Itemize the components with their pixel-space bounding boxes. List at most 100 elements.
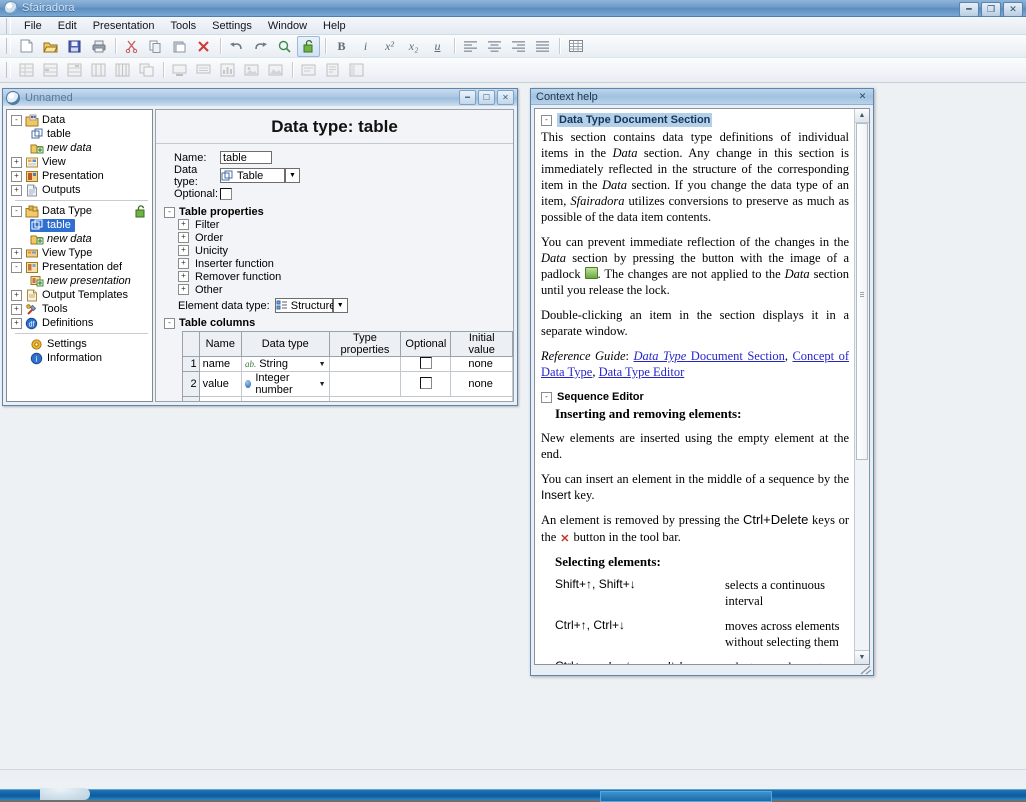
insert-row-icon[interactable] (39, 60, 62, 81)
datatype-dropdown-button[interactable]: ▼ (285, 168, 300, 183)
field-icon[interactable] (168, 60, 191, 81)
tree-item-information[interactable]: i Information (11, 351, 152, 365)
element-datatype-select[interactable]: Structure (274, 298, 335, 313)
align-justify-icon[interactable] (531, 36, 554, 57)
property-filter[interactable]: + Filter (178, 218, 513, 231)
help-section-data-type[interactable]: - Data Type Document Section (541, 113, 849, 128)
tree-item-data-new[interactable]: new data (11, 141, 152, 155)
undo-icon[interactable] (225, 36, 248, 57)
picture-icon[interactable] (264, 60, 287, 81)
paste-icon[interactable] (168, 36, 191, 57)
help-section-sequence-editor[interactable]: - Sequence Editor (541, 390, 849, 404)
table-row[interactable]: 1 name ab. String ▼ none (182, 356, 513, 372)
cell-data-type[interactable]: Integer number ▼ (240, 371, 330, 397)
tree-item-presentation-def[interactable]: - Presentation def (11, 260, 152, 274)
form-icon[interactable] (297, 60, 320, 81)
table-row-new[interactable]: → none ▼ (182, 396, 513, 401)
tree-expander[interactable]: + (11, 156, 22, 168)
subscript-icon[interactable]: x₂ (402, 36, 425, 57)
menu-file[interactable]: File (17, 19, 49, 33)
tree-item-output-templates[interactable]: + Output Templates (11, 288, 152, 302)
help-scrollbar[interactable]: ▲ ▼ (854, 109, 869, 664)
close-icon[interactable]: ✕ (856, 90, 869, 102)
image-icon[interactable] (240, 60, 263, 81)
table-icon[interactable] (564, 36, 587, 57)
chart-icon[interactable] (216, 60, 239, 81)
toolbar2-grip[interactable] (6, 62, 11, 78)
resize-handle[interactable] (860, 665, 872, 675)
scrollbar-thumb[interactable] (856, 123, 868, 460)
document-restore-button[interactable]: ☐ (478, 90, 495, 105)
tree-expander[interactable]: + (11, 303, 22, 315)
menu-edit[interactable]: Edit (51, 19, 84, 33)
close-button[interactable]: ✕ (1003, 2, 1023, 17)
table-row[interactable]: 2 value Integer number ▼ none (182, 371, 513, 397)
new-icon[interactable] (15, 36, 38, 57)
restore-button[interactable]: ❐ (981, 2, 1001, 17)
context-help-titlebar[interactable]: Context help ✕ (531, 89, 873, 105)
tree-expander[interactable]: - (11, 205, 22, 217)
redo-icon[interactable] (249, 36, 272, 57)
tree-item-view-type[interactable]: + View Type (11, 246, 152, 260)
link-data-type-editor[interactable]: Data Type Editor (599, 365, 685, 379)
cell-name[interactable] (198, 396, 242, 401)
chevron-down-icon[interactable]: ▼ (512, 381, 513, 388)
element-datatype-dropdown-button[interactable]: ▼ (332, 298, 348, 313)
tree-item-tools[interactable]: + Tools (11, 302, 152, 316)
scroll-up-button[interactable]: ▲ (855, 109, 869, 123)
tree-expander[interactable]: + (11, 247, 22, 259)
document-close-button[interactable]: ✕ (497, 90, 514, 105)
align-right-icon[interactable] (507, 36, 530, 57)
menu-window[interactable]: Window (261, 19, 314, 33)
help-section-expander[interactable]: - (541, 391, 552, 403)
tree-item-definitions[interactable]: + df Definitions (11, 316, 152, 330)
property-expander[interactable]: + (178, 271, 189, 282)
list-icon[interactable] (192, 60, 215, 81)
insert-column-icon[interactable] (63, 60, 86, 81)
tree-expander[interactable]: + (11, 184, 22, 196)
tree-item-outputs[interactable]: + Outputs (11, 183, 152, 197)
underline-icon[interactable]: u (426, 36, 449, 57)
tree-expander[interactable]: - (11, 114, 22, 126)
cut-icon[interactable] (120, 36, 143, 57)
tree-item-data-type[interactable]: - Data Type (11, 204, 152, 218)
save-icon[interactable] (63, 36, 86, 57)
lock-toggle-button[interactable] (134, 204, 147, 218)
taskbar[interactable] (0, 788, 1026, 802)
print-icon[interactable] (87, 36, 110, 57)
property-other[interactable]: + Other (178, 283, 513, 296)
layout-icon[interactable] (345, 60, 368, 81)
property-order[interactable]: + Order (178, 231, 513, 244)
split-vertical-icon[interactable] (87, 60, 110, 81)
align-left-icon[interactable] (459, 36, 482, 57)
toolbar-grip[interactable] (6, 38, 11, 54)
optional-checkbox[interactable] (220, 187, 232, 200)
menu-help[interactable]: Help (316, 19, 353, 33)
tree-item-settings[interactable]: Settings (11, 337, 152, 351)
chevron-down-icon[interactable]: ▼ (512, 361, 513, 368)
tree-expander[interactable]: + (11, 289, 22, 301)
document-minimize-button[interactable]: ━ (459, 90, 476, 105)
property-remover-function[interactable]: + Remover function (178, 270, 513, 283)
taskbar-item[interactable] (600, 791, 772, 802)
tree-expander[interactable]: - (11, 261, 22, 273)
merge-cells-icon[interactable] (135, 60, 158, 81)
insert-table-icon[interactable] (15, 60, 38, 81)
cell-name[interactable]: value (198, 371, 242, 397)
table-columns-grid[interactable]: Name Data type Type properties Optional … (182, 331, 513, 401)
align-center-icon[interactable] (483, 36, 506, 57)
cell-initial-value[interactable]: none ▼ (450, 371, 513, 397)
link-data-type-document-section[interactable]: Data Type Document Section (633, 349, 784, 363)
menu-settings[interactable]: Settings (205, 19, 259, 33)
tree-item-presentation[interactable]: + Presentation (11, 169, 152, 183)
tree-expander[interactable]: + (11, 170, 22, 182)
start-button[interactable] (40, 788, 90, 800)
menubar-grip[interactable] (6, 17, 11, 34)
chevron-down-icon[interactable]: ▼ (315, 361, 326, 368)
split-horizontal-icon[interactable] (111, 60, 134, 81)
row-optional-checkbox[interactable] (419, 357, 432, 369)
cell-initial-value[interactable]: none ▼ (450, 356, 513, 372)
tree-item-datatype-new[interactable]: new data (11, 232, 152, 246)
cell-name[interactable]: name (198, 356, 242, 372)
tree-item-data-table[interactable]: table (11, 127, 152, 141)
